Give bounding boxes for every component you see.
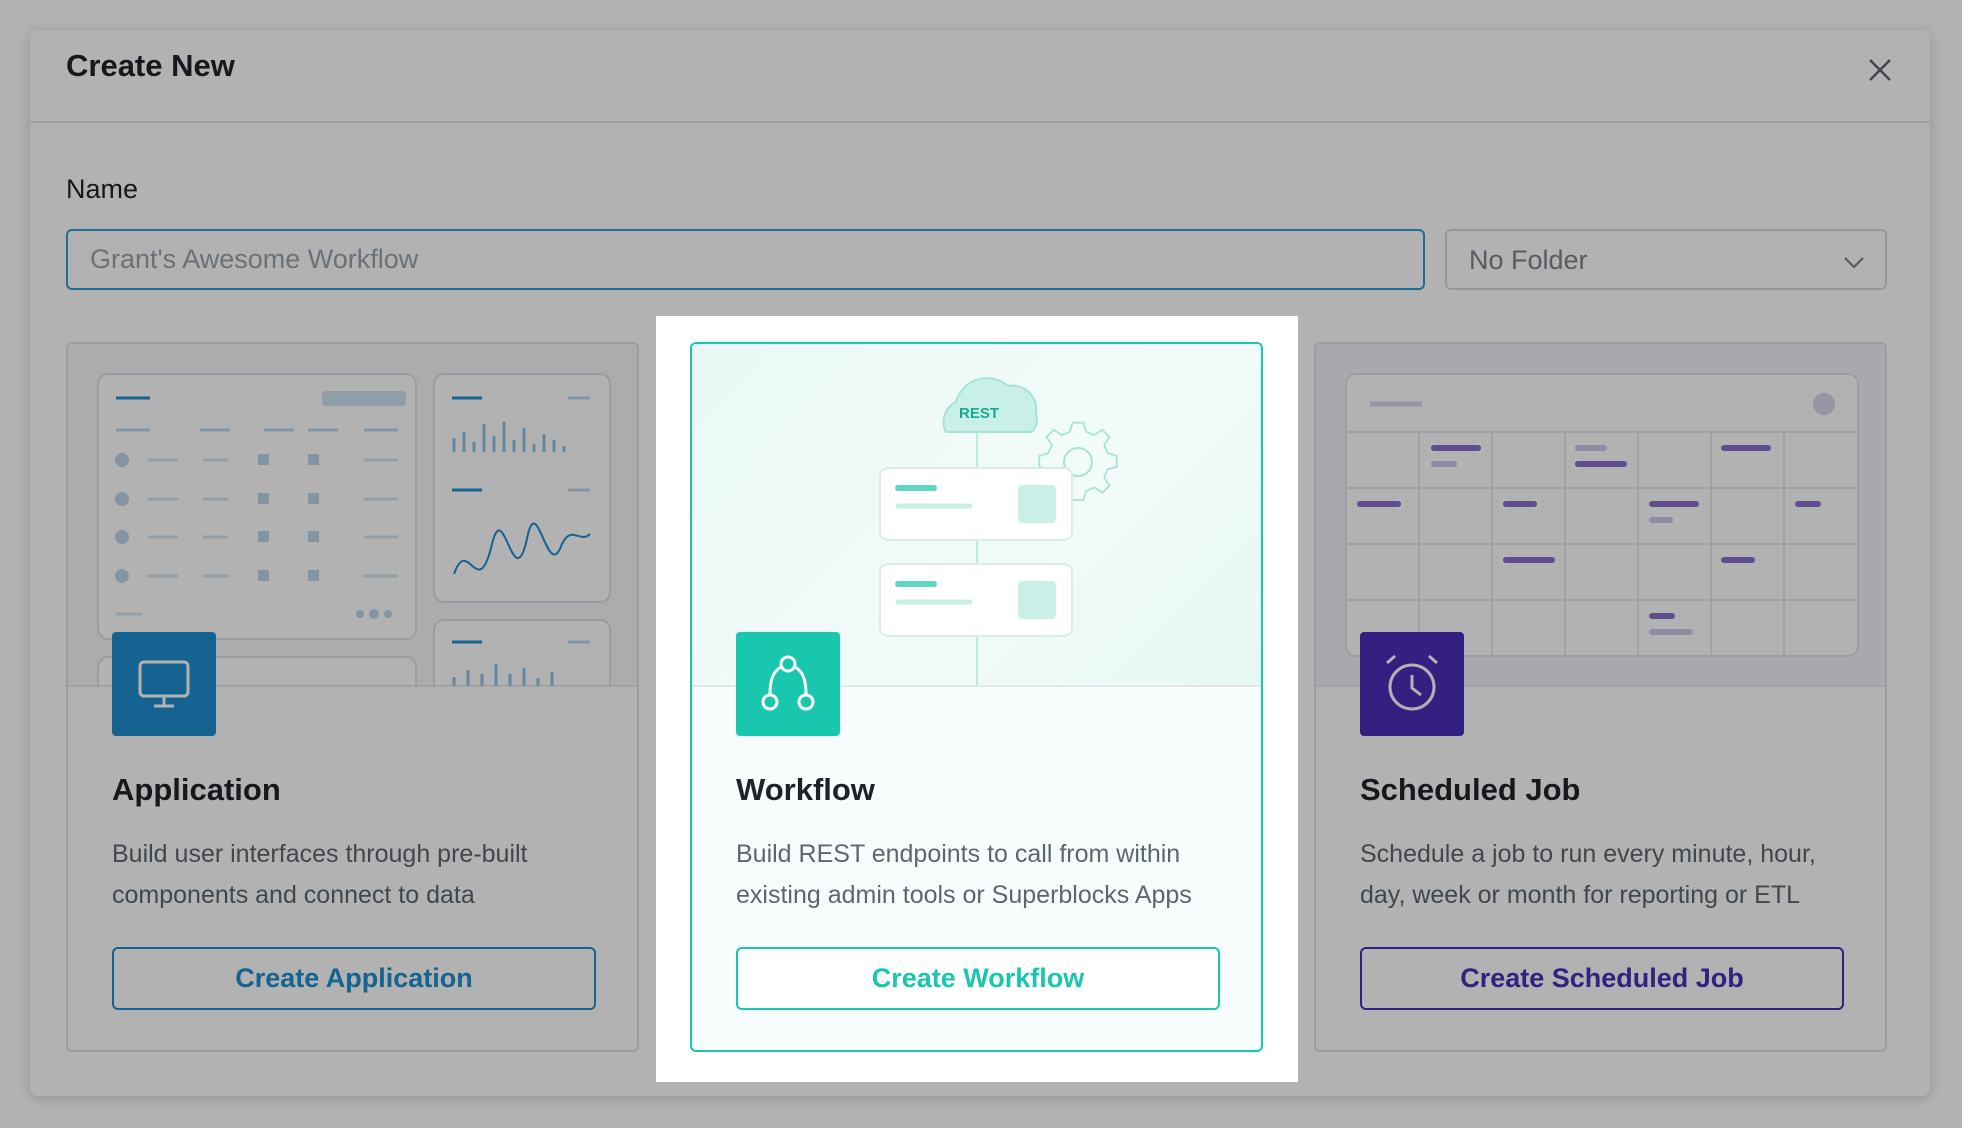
create-workflow-button[interactable]: Create Workflow bbox=[736, 947, 1220, 1010]
workflow-icon-tile bbox=[736, 632, 840, 736]
workflow-card[interactable]: REST Workflow Build REST endpoints to ca… bbox=[690, 342, 1263, 1052]
workflow-spotlight: REST Workflow Build REST endpoints to ca… bbox=[656, 316, 1298, 1082]
workflow-nodes-icon bbox=[761, 655, 815, 711]
workflow-title: Workflow bbox=[736, 772, 875, 807]
rest-cloud-label: REST bbox=[959, 405, 999, 422]
workflow-description: Build REST endpoints to call from within… bbox=[736, 840, 1192, 909]
